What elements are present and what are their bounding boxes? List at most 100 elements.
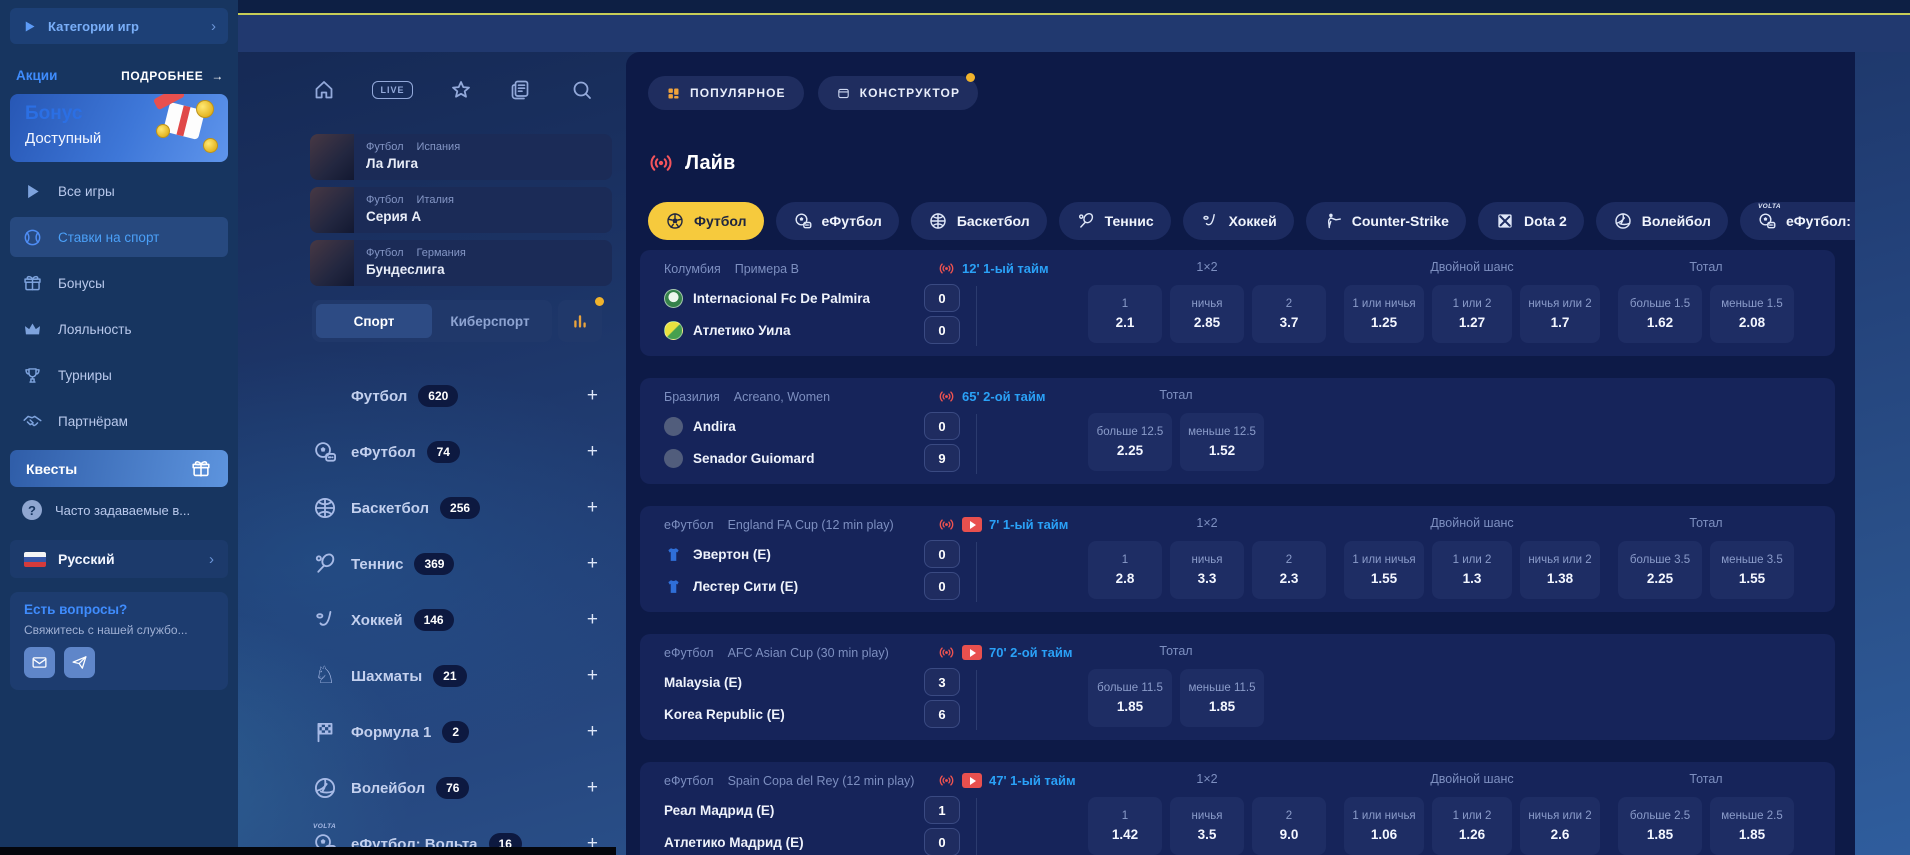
odds-value: 1.55 [1739,571,1765,586]
telegram-button[interactable] [64,647,95,678]
sport-chip-volleyball[interactable]: Волейбол [1596,202,1728,240]
sport-row-basketball[interactable]: Баскетбол256+ [312,480,604,536]
sport-chip-dota2[interactable]: Dota 2 [1478,202,1584,240]
odds-cell[interactable]: меньше 1.52.08 [1710,285,1794,343]
odds-cell[interactable]: больше 12.52.25 [1088,413,1172,471]
stream-badge[interactable] [962,645,982,660]
odds-cell[interactable]: меньше 3.51.55 [1710,541,1794,599]
sport-chip-hockey[interactable]: Хоккей [1183,202,1294,240]
odds-group-title: Двойной шанс [1344,516,1600,531]
odds-group-title: Двойной шанс [1344,772,1600,787]
odds-cell[interactable]: больше 1.51.62 [1618,285,1702,343]
odds-group-title: 1×2 [1088,260,1326,275]
odds-cell[interactable]: больше 3.52.25 [1618,541,1702,599]
quick-league-card[interactable]: ФутболИталияСерия А [310,187,612,233]
odds-cell[interactable]: 12.1 [1088,285,1162,343]
star-icon[interactable] [449,78,473,102]
add-sport-button[interactable]: + [587,665,604,687]
odds-cell[interactable]: меньше 2.51.85 [1710,797,1794,855]
faq-link[interactable]: ? Часто задаваемые в... [22,500,190,520]
odds-cell[interactable]: 12.8 [1088,541,1162,599]
bonus-banner[interactable]: Бонус Доступный [10,94,228,162]
odds-cell[interactable]: ничья или 21.38 [1520,541,1600,599]
team-score: 1 [924,796,960,824]
add-sport-button[interactable]: + [587,609,604,631]
tab-sport[interactable]: Спорт [316,304,432,338]
sidebar-item-bonuses[interactable]: Бонусы [0,260,238,306]
sport-chip-efootball-volta[interactable]: VOLTAеФутбол: Вольта [1740,202,1855,240]
odds-cell[interactable]: 23.7 [1252,285,1326,343]
statistics-button[interactable] [558,300,602,342]
add-sport-button[interactable]: + [587,553,604,575]
game-categories-button[interactable]: Категории игр › [10,8,228,44]
odds-cell[interactable]: 11.42 [1088,797,1162,855]
odds-cell[interactable]: 29.0 [1252,797,1326,855]
odds-cell[interactable]: ничья3.5 [1170,797,1244,855]
sport-chip-football[interactable]: Футбол [648,202,764,240]
odds-cell[interactable]: меньше 12.51.52 [1180,413,1264,471]
odds-cell[interactable]: ничья или 22.6 [1520,797,1600,855]
sport-row-hockey[interactable]: Хоккей146+ [312,592,604,648]
sport-chip-counter-strike[interactable]: Counter-Strike [1306,202,1466,240]
stream-badge[interactable] [962,517,982,532]
sport-row-football[interactable]: Футбол620+ [312,368,604,424]
odds-label: больше 2.5 [1630,810,1690,822]
promos-link[interactable]: Акции [16,68,57,83]
sport-row-tennis[interactable]: Теннис369+ [312,536,604,592]
quick-league-card[interactable]: ФутболГерманияБундеслига [310,240,612,286]
sport-chip-basketball[interactable]: Баскетбол [911,202,1047,240]
odds-cell[interactable]: 1 или ничья1.25 [1344,285,1424,343]
odds-cell[interactable]: больше 2.51.85 [1618,797,1702,855]
add-sport-button[interactable]: + [587,497,604,519]
add-sport-button[interactable]: + [587,721,604,743]
language-selector[interactable]: Русский › [10,540,228,578]
odds-cell[interactable]: меньше 11.51.85 [1180,669,1264,727]
match-card[interactable]: еФутболEngland FA Cup (12 min play)7' 1-… [640,506,1835,612]
sports-list: Футбол620+еФутбол74+Баскетбол256+Теннис3… [312,368,604,855]
odds-cell[interactable]: ничья или 21.7 [1520,285,1600,343]
odds-cells: 12.8ничья3.322.3 [1088,541,1326,599]
sidebar-item-label: Турниры [58,368,112,383]
stream-badge[interactable] [962,773,982,788]
odds-cell[interactable]: 1 или ничья1.55 [1344,541,1424,599]
search-icon[interactable] [570,78,594,102]
sidebar-item-all-games[interactable]: Все игры [0,168,238,214]
match-card[interactable]: еФутболAFC Asian Cup (30 min play)70' 2-… [640,634,1835,740]
odds-cell[interactable]: больше 11.51.85 [1088,669,1172,727]
match-card[interactable]: еФутболSpain Copa del Rey (12 min play)4… [640,762,1835,855]
sport-row-formula1[interactable]: Формула 12+ [312,704,604,760]
sidebar-item-tournaments[interactable]: Турниры [0,352,238,398]
add-sport-button[interactable]: + [587,777,604,799]
tab-constructor[interactable]: КОНСТРУКТОР [818,76,978,110]
home-icon[interactable] [312,78,336,102]
quick-league-card[interactable]: ФутболИспанияЛа Лига [310,134,612,180]
odds-cell[interactable]: 1 или 21.3 [1432,541,1512,599]
sport-row-efootball[interactable]: еФутбол74+ [312,424,604,480]
odds-cell[interactable]: 1 или 21.26 [1432,797,1512,855]
add-sport-button[interactable]: + [587,441,604,463]
quests-banner[interactable]: Квесты [10,450,228,487]
sidebar-item-loyalty[interactable]: Лояльность [0,306,238,352]
match-card[interactable]: БразилияAcreano, Women65' 2-ой таймAndir… [640,378,1835,484]
odds-value: 1.42 [1112,827,1138,842]
tab-popular[interactable]: ПОПУЛЯРНОЕ [648,76,804,110]
odds-cell[interactable]: ничья2.85 [1170,285,1244,343]
add-sport-button[interactable]: + [587,385,604,407]
odds-cell[interactable]: 1 или ничья1.06 [1344,797,1424,855]
odds-cells: больше 11.51.85меньше 11.51.85 [1088,669,1264,727]
odds-cell[interactable]: ничья3.3 [1170,541,1244,599]
tab-esport[interactable]: Киберспорт [432,304,548,338]
promos-more-link[interactable]: ПОДРОБНЕЕ → [121,69,224,83]
sport-row-volleyball[interactable]: Волейбол76+ [312,760,604,816]
sport-row-chess[interactable]: ♘Шахматы21+ [312,648,604,704]
match-card[interactable]: КолумбияПримера B12' 1-ый таймInternacio… [640,250,1835,356]
sport-chip-tennis[interactable]: Теннис [1059,202,1171,240]
sidebar-item-partners[interactable]: Партнёрам [0,398,238,444]
live-nav-badge[interactable]: LIVE [372,81,412,99]
sport-chip-efootball[interactable]: еФутбол [776,202,899,240]
coupon-icon[interactable] [509,78,533,102]
email-button[interactable] [24,647,55,678]
odds-cell[interactable]: 1 или 21.27 [1432,285,1512,343]
sidebar-item-sport-bets[interactable]: Ставки на спорт [10,217,228,257]
odds-cell[interactable]: 22.3 [1252,541,1326,599]
